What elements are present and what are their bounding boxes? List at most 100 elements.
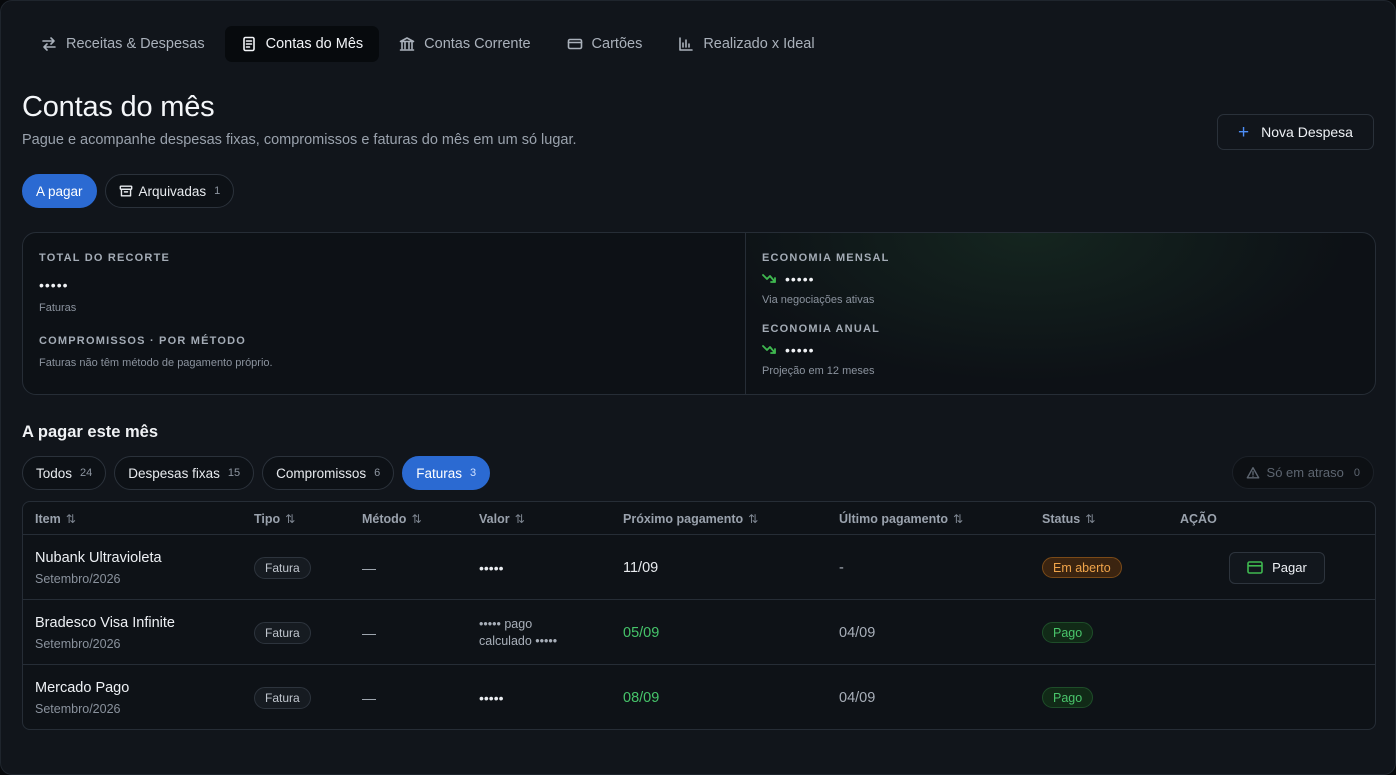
item-name: Mercado Pago <box>35 679 130 696</box>
method-value: — <box>362 624 376 641</box>
last-payment-date: - <box>839 559 844 576</box>
archive-icon <box>119 185 132 197</box>
item-cell: Mercado Pago Setembro/2026 <box>35 665 130 729</box>
trend-down-icon <box>762 345 776 354</box>
col-ultimo[interactable]: Último pagamento ⇅ <box>839 502 963 535</box>
annual-savings-row: ••••• <box>762 342 815 358</box>
annual-savings-label: ECONOMIA ANUAL <box>762 323 881 335</box>
sort-icon: ⇅ <box>411 511 422 526</box>
monthly-savings-label: ECONOMIA MENSAL <box>762 252 890 264</box>
col-tipo[interactable]: Tipo ⇅ <box>254 502 295 535</box>
pay-button[interactable]: Pagar <box>1229 551 1325 584</box>
filter-label: Compromissos <box>276 465 367 481</box>
item-cell: Bradesco Visa Infinite Setembro/2026 <box>35 600 175 665</box>
new-expense-button[interactable]: + Nova Despesa <box>1217 114 1374 150</box>
sort-icon: ⇅ <box>285 511 296 526</box>
col-acao-label: AÇÃO <box>1180 511 1217 526</box>
summary-left: TOTAL DO RECORTE ••••• Faturas COMPROMIS… <box>23 233 746 394</box>
total-value: ••••• <box>39 277 69 293</box>
total-label: TOTAL DO RECORTE <box>39 252 171 264</box>
page-subtitle: Pague e acompanhe despesas fixas, compro… <box>22 132 577 148</box>
tab-contas-corrente[interactable]: Contas Corrente <box>383 26 546 62</box>
app-window: Receitas & Despesas Contas do Mês Contas… <box>0 0 1396 775</box>
tab-receitas-despesas[interactable]: Receitas & Despesas <box>25 26 221 62</box>
annual-savings-value: ••••• <box>785 342 815 358</box>
value-cell: ••••• pago calculado ••••• <box>479 600 557 665</box>
filter-count: 3 <box>470 467 477 479</box>
summary-right: ECONOMIA MENSAL ••••• Via negociações at… <box>746 233 1375 394</box>
table-row[interactable]: Bradesco Visa Infinite Setembro/2026 Fat… <box>23 600 1375 665</box>
col-status[interactable]: Status ⇅ <box>1042 502 1095 535</box>
status-badge: Pago <box>1042 687 1094 708</box>
item-period: Setembro/2026 <box>35 636 121 651</box>
last-payment-cell: 04/09 <box>839 665 876 729</box>
col-item-label: Item <box>35 511 61 526</box>
col-proximo[interactable]: Próximo pagamento ⇅ <box>623 502 758 535</box>
col-ultimo-label: Último pagamento <box>839 511 949 526</box>
filter-count: 6 <box>374 467 381 479</box>
table-header: Item ⇅ Tipo ⇅ Método ⇅ Valor ⇅ Próximo pagam… <box>23 502 1375 535</box>
tab-cartoes[interactable]: Cartões <box>551 26 659 62</box>
top-nav: Receitas & Despesas Contas do Mês Contas… <box>25 26 831 62</box>
filter-despesas-fixas[interactable]: Despesas fixas 15 <box>114 456 255 490</box>
method-cell: — <box>362 600 376 665</box>
bills-table: Item ⇅ Tipo ⇅ Método ⇅ Valor ⇅ Próximo pagam… <box>22 501 1376 730</box>
filter-label: Despesas fixas <box>128 465 220 481</box>
trend-down-icon <box>762 274 776 283</box>
status-cell: Pago <box>1042 600 1094 665</box>
last-payment-date: 04/09 <box>839 689 876 706</box>
type-cell: Fatura <box>254 535 311 600</box>
sort-icon: ⇅ <box>953 511 964 526</box>
credit-card-icon <box>1247 561 1263 574</box>
new-expense-label: Nova Despesa <box>1261 124 1353 140</box>
tab-arquivadas-label: Arquivadas <box>138 183 207 199</box>
col-item[interactable]: Item ⇅ <box>35 502 76 535</box>
next-payment-cell: 08/09 <box>623 665 660 729</box>
plus-icon: + <box>1238 121 1250 143</box>
table-row[interactable]: Mercado Pago Setembro/2026 Fatura — ••••… <box>23 665 1375 729</box>
filter-todos[interactable]: Todos 24 <box>22 456 107 490</box>
archived-count: 1 <box>214 185 221 197</box>
filter-faturas[interactable]: Faturas 3 <box>402 456 491 490</box>
tab-label: Contas Corrente <box>424 36 531 52</box>
col-metodo[interactable]: Método ⇅ <box>362 502 422 535</box>
monthly-savings-sub: Via negociações ativas <box>762 294 875 306</box>
tab-a-pagar[interactable]: A pagar <box>22 174 97 208</box>
status-badge: Em aberto <box>1042 557 1122 578</box>
tab-label: Realizado x Ideal <box>703 36 815 52</box>
tab-realizado-ideal[interactable]: Realizado x Ideal <box>662 26 830 62</box>
col-valor[interactable]: Valor ⇅ <box>479 502 525 535</box>
item-period: Setembro/2026 <box>35 571 121 586</box>
col-metodo-label: Método <box>362 511 407 526</box>
next-payment-cell: 11/09 <box>623 535 658 600</box>
tab-label: Contas do Mês <box>265 36 364 52</box>
type-tag: Fatura <box>254 686 311 709</box>
amount-calculated: calculado ••••• <box>479 633 558 648</box>
tab-contas-do-mes[interactable]: Contas do Mês <box>224 26 380 62</box>
col-proximo-label: Próximo pagamento <box>623 511 744 526</box>
total-sub: Faturas <box>39 302 77 314</box>
commitments-note: Faturas não têm método de pagamento próp… <box>39 357 273 369</box>
table-row[interactable]: Nubank Ultravioleta Setembro/2026 Fatura… <box>23 535 1375 600</box>
col-valor-label: Valor <box>479 511 510 526</box>
last-payment-date: 04/09 <box>839 624 876 641</box>
item-name: Bradesco Visa Infinite <box>35 614 175 631</box>
method-cell: — <box>362 535 376 600</box>
next-payment-date: 08/09 <box>623 689 660 706</box>
amount-value: ••••• <box>479 689 504 706</box>
monthly-savings-row: ••••• <box>762 271 815 287</box>
type-tag: Fatura <box>254 556 311 579</box>
tab-arquivadas[interactable]: Arquivadas 1 <box>104 174 235 208</box>
late-only-toggle[interactable]: Só em atraso 0 <box>1231 456 1374 489</box>
filter-compromissos[interactable]: Compromissos 6 <box>262 456 395 490</box>
col-acao: AÇÃO <box>1180 502 1217 535</box>
item-cell: Nubank Ultravioleta Setembro/2026 <box>35 535 162 600</box>
tab-a-pagar-label: A pagar <box>36 183 83 199</box>
amount-paid: ••••• pago <box>479 616 533 631</box>
annual-savings-sub: Projeção em 12 meses <box>762 365 875 377</box>
commitments-label: COMPROMISSOS · POR MÉTODO <box>39 335 247 347</box>
arrows-swap-icon <box>42 37 56 51</box>
sort-icon: ⇅ <box>748 511 759 526</box>
action-cell: Pagar <box>1229 535 1325 600</box>
section-title: A pagar este mês <box>22 423 159 441</box>
